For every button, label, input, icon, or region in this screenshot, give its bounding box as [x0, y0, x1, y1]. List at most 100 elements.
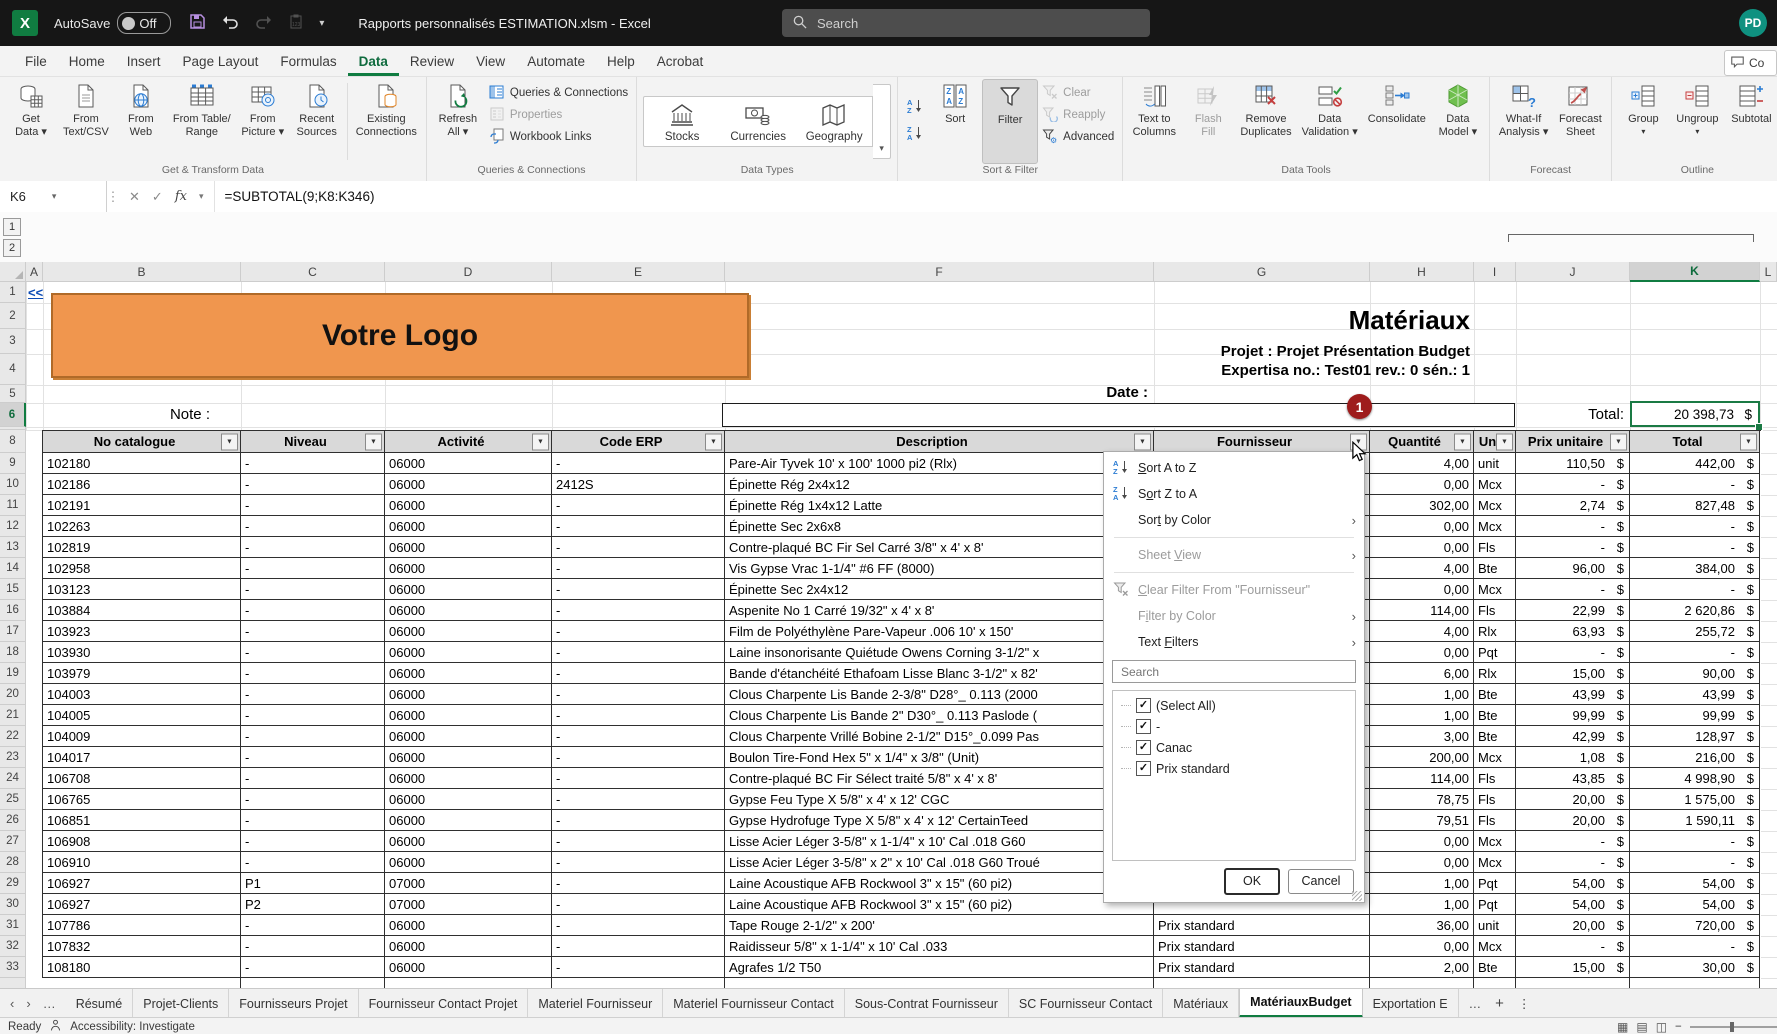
- remove-duplicates-button[interactable]: RemoveDuplicates: [1235, 79, 1296, 164]
- formula-expand-icon[interactable]: ▾: [199, 191, 204, 202]
- filter-menu-item-sort-by-color[interactable]: Sort by Color›: [1104, 507, 1364, 533]
- cell-33-cat[interactable]: 108180: [43, 957, 241, 978]
- table-header-no-catalogue[interactable]: No catalogue▼: [43, 431, 241, 453]
- cell-28-cat[interactable]: 106910: [43, 852, 241, 873]
- cell-29-tot[interactable]: 54,00$: [1630, 873, 1760, 894]
- cell-15-tot[interactable]: -$: [1630, 579, 1760, 600]
- worksheet-grid[interactable]: ABCDEFGHIJKL1234568910111213141516171819…: [0, 262, 1777, 990]
- cell-10-un[interactable]: Mcx: [1474, 474, 1516, 495]
- table-header-niveau[interactable]: Niveau▼: [241, 431, 385, 453]
- row-header-5[interactable]: 5: [0, 385, 26, 403]
- cell-16-tot[interactable]: 2 620,86$: [1630, 600, 1760, 621]
- select-all-corner[interactable]: [0, 262, 26, 282]
- outline-level-2-button[interactable]: 2: [3, 239, 21, 257]
- column-header-A[interactable]: A: [26, 262, 43, 282]
- tab-bar-menu-icon[interactable]: ⋮: [1518, 996, 1531, 1011]
- gallery-item-stocks[interactable]: Stocks: [644, 97, 720, 146]
- cell-18-tot[interactable]: -$: [1630, 642, 1760, 663]
- cell-20-un[interactable]: Bte: [1474, 684, 1516, 705]
- menu-tab-page-layout[interactable]: Page Layout: [172, 48, 270, 76]
- what-if-analysis-button[interactable]: ?What-IfAnalysis ▾: [1494, 79, 1554, 164]
- filter-value-row[interactable]: ✓Canac: [1115, 737, 1353, 758]
- sheet-tab-résumé[interactable]: Résumé: [66, 989, 134, 1018]
- cancel-entry-icon[interactable]: ✕: [129, 189, 140, 205]
- from-table-range-button[interactable]: From Table/Range: [168, 79, 236, 164]
- cell-14-act[interactable]: 06000: [385, 558, 552, 579]
- queries-connections-button[interactable]: Queries & Connections: [485, 82, 632, 104]
- cell-20-desc[interactable]: Clous Charpente Lis Bande 2-3/8" D28°_ 0…: [725, 684, 1154, 705]
- cell-18-erp[interactable]: -: [552, 642, 725, 663]
- cell-12-desc[interactable]: Épinette Sec 2x6x8: [725, 516, 1154, 537]
- cell-13-act[interactable]: 06000: [385, 537, 552, 558]
- cell-11-erp[interactable]: -: [552, 495, 725, 516]
- cell-25-tot[interactable]: 1 575,00$: [1630, 789, 1760, 810]
- cell-27-cat[interactable]: 106908: [43, 831, 241, 852]
- cell-26-cat[interactable]: 106851: [43, 810, 241, 831]
- cell-18-qty[interactable]: 0,00: [1370, 642, 1474, 663]
- cell-22-qty[interactable]: 3,00: [1370, 726, 1474, 747]
- row-header-13[interactable]: 13: [0, 537, 26, 558]
- cell-26-act[interactable]: 06000: [385, 810, 552, 831]
- cell-27-desc[interactable]: Lisse Acier Léger 3-5/8" x 1-1/4" x 10' …: [725, 831, 1154, 852]
- note-input-box[interactable]: [722, 403, 1515, 427]
- cell-28-qty[interactable]: 0,00: [1370, 852, 1474, 873]
- page-break-view-button[interactable]: ◫: [1656, 1020, 1667, 1034]
- cell-29-desc[interactable]: Laine Acoustique AFB Rockwool 3" x 15" (…: [725, 873, 1154, 894]
- cell-12-qty[interactable]: 0,00: [1370, 516, 1474, 537]
- menu-tab-insert[interactable]: Insert: [116, 48, 172, 76]
- row-header-16[interactable]: 16: [0, 600, 26, 621]
- cell-14-cat[interactable]: 102958: [43, 558, 241, 579]
- ungroup-button[interactable]: Ungroup▾: [1670, 79, 1724, 164]
- row-header-28[interactable]: 28: [0, 852, 26, 873]
- gallery-dropdown-button[interactable]: ▾: [873, 84, 891, 159]
- cell-9-qty[interactable]: 4,00: [1370, 453, 1474, 474]
- cell-15-niv[interactable]: -: [241, 579, 385, 600]
- cell-18-desc[interactable]: Laine insonorisante Quiétude Owens Corni…: [725, 642, 1154, 663]
- filter-search-box[interactable]: [1112, 660, 1356, 683]
- cell-19-pu[interactable]: 15,00$: [1516, 663, 1630, 684]
- cell-9-tot[interactable]: 442,00$: [1630, 453, 1760, 474]
- cell-26-tot[interactable]: 1 590,11$: [1630, 810, 1760, 831]
- account-avatar[interactable]: PD: [1739, 9, 1767, 37]
- table-header-total[interactable]: Total▼: [1630, 431, 1760, 453]
- cell-13-qty[interactable]: 0,00: [1370, 537, 1474, 558]
- cell-11-act[interactable]: 06000: [385, 495, 552, 516]
- cell-10-pu[interactable]: -$: [1516, 474, 1630, 495]
- cell-33-niv[interactable]: -: [241, 957, 385, 978]
- filter-values-list[interactable]: ✓(Select All)✓-✓Canac✓Prix standard: [1112, 690, 1356, 861]
- cell-29-qty[interactable]: 1,00: [1370, 873, 1474, 894]
- cell-22-act[interactable]: 06000: [385, 726, 552, 747]
- cell-25-niv[interactable]: -: [241, 789, 385, 810]
- formula-content[interactable]: =SUBTOTAL(9;K8:K346): [215, 181, 375, 212]
- row-header-10[interactable]: 10: [0, 474, 26, 495]
- cell-23-un[interactable]: Mcx: [1474, 747, 1516, 768]
- tab-scroll-right-icon[interactable]: ›: [26, 996, 30, 1011]
- cell-17-act[interactable]: 06000: [385, 621, 552, 642]
- row-header-22[interactable]: 22: [0, 726, 26, 747]
- cell-10-act[interactable]: 06000: [385, 474, 552, 495]
- cell-30-tot[interactable]: 54,00$: [1630, 894, 1760, 915]
- cell-33-fou[interactable]: Prix standard: [1154, 957, 1370, 978]
- row-header-8[interactable]: 8: [0, 430, 26, 453]
- autosave-toggle[interactable]: Off: [117, 12, 171, 34]
- sheet-tab-matériaux[interactable]: Matériaux: [1163, 989, 1239, 1018]
- cell-30-niv[interactable]: P2: [241, 894, 385, 915]
- accessibility-status[interactable]: Accessibility: Investigate: [70, 1021, 195, 1033]
- sort-za-button[interactable]: ZA: [905, 124, 925, 147]
- cell-31-niv[interactable]: -: [241, 915, 385, 936]
- checkbox-checked-icon[interactable]: ✓: [1136, 719, 1151, 734]
- cell-16-cat[interactable]: 103884: [43, 600, 241, 621]
- get-data-button[interactable]: GetData ▾: [4, 79, 58, 164]
- cell-31-erp[interactable]: -: [552, 915, 725, 936]
- ok-button[interactable]: OK: [1224, 868, 1280, 895]
- cell-10-cat[interactable]: 102186: [43, 474, 241, 495]
- filter-search-input[interactable]: [1119, 664, 1349, 680]
- back-link[interactable]: <<: [28, 285, 43, 300]
- cell-16-erp[interactable]: -: [552, 600, 725, 621]
- cell-13-pu[interactable]: -$: [1516, 537, 1630, 558]
- name-box-dropdown-icon[interactable]: ▾: [52, 191, 57, 202]
- tab-list-left-icon[interactable]: …: [43, 996, 56, 1011]
- cell-28-desc[interactable]: Lisse Acier Léger 3-5/8" x 2" x 10' Cal …: [725, 852, 1154, 873]
- column-header-G[interactable]: G: [1154, 262, 1370, 282]
- filter-menu-item-text-filters[interactable]: Text Filters›: [1104, 629, 1364, 655]
